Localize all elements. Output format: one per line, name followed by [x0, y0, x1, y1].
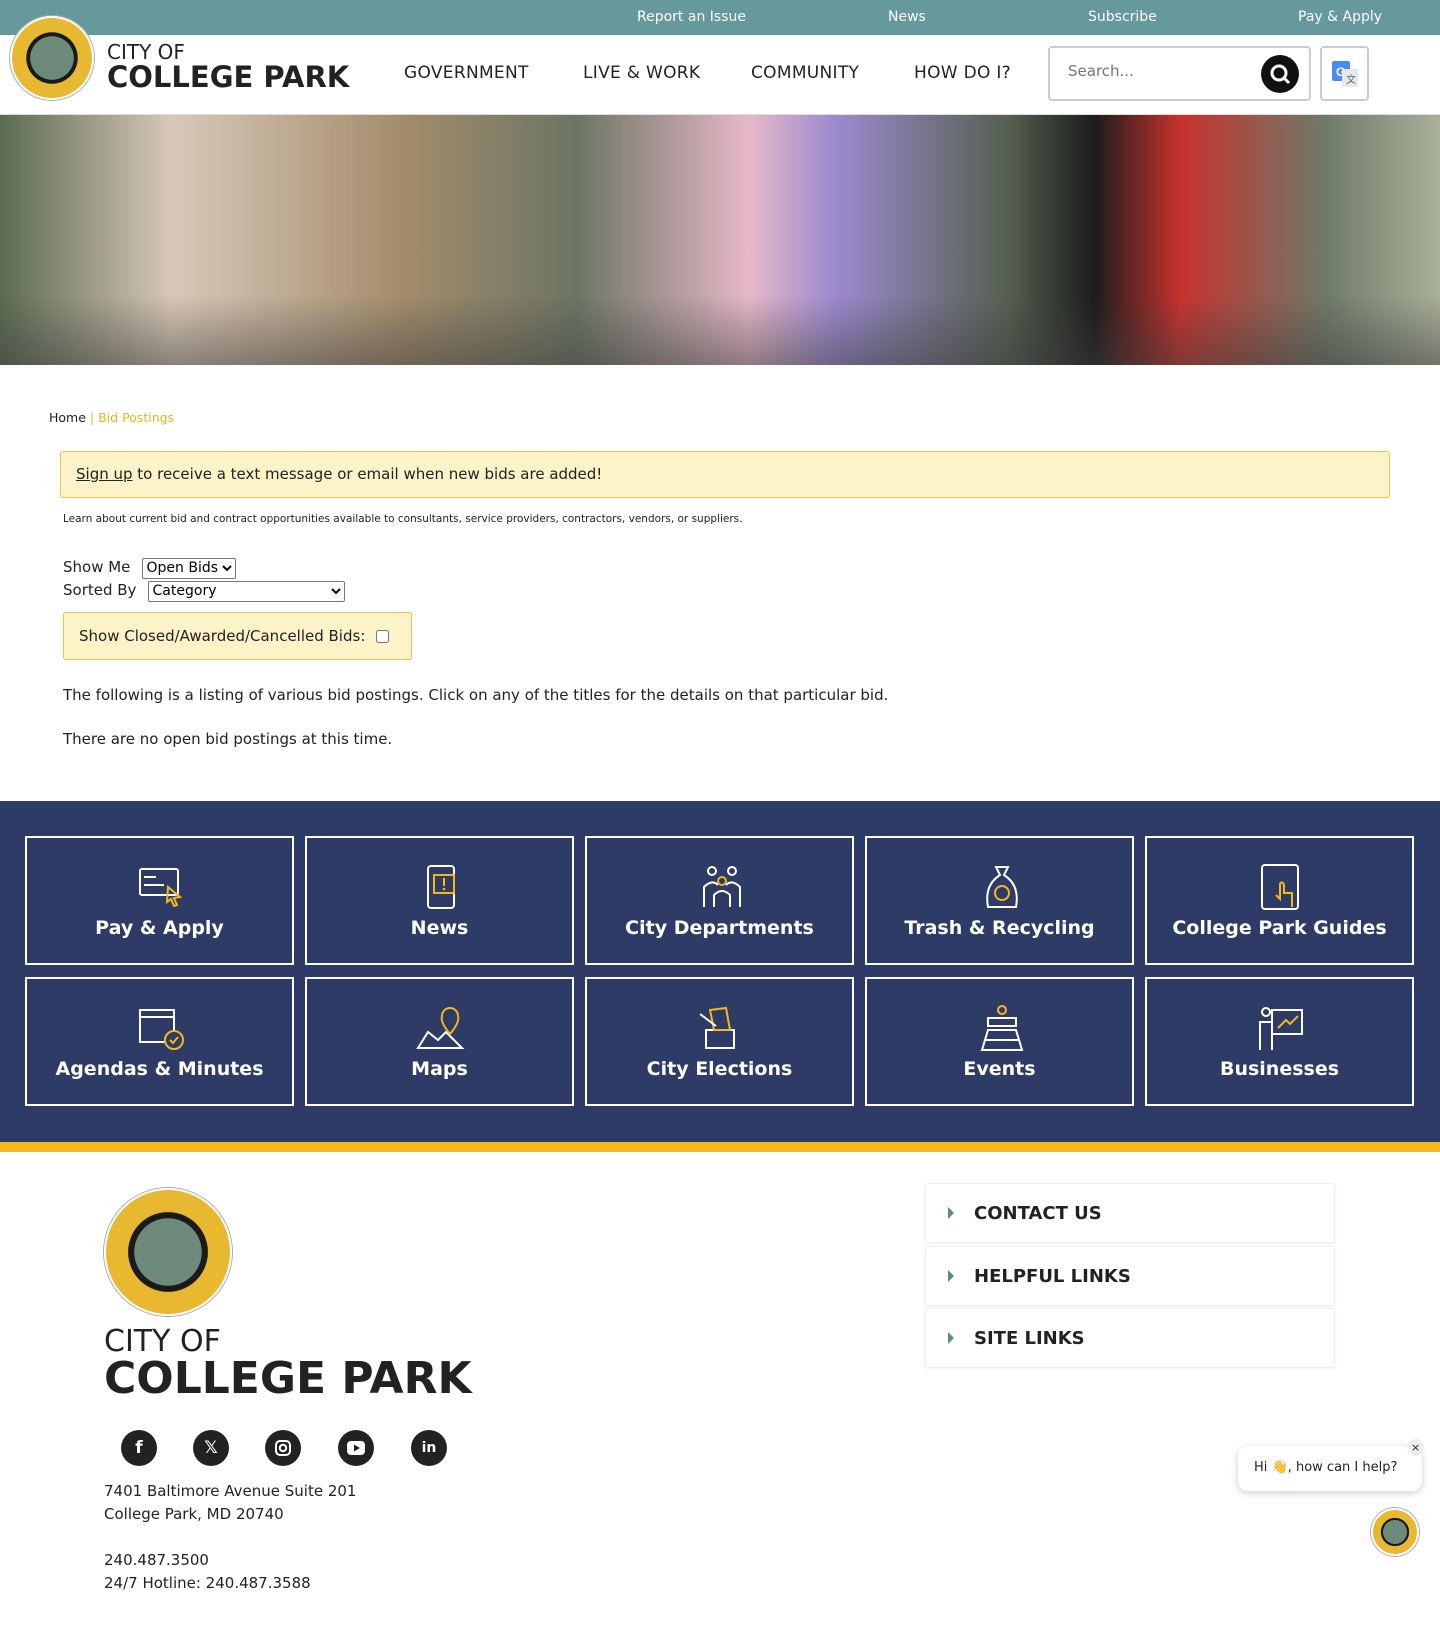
google-translate-icon: G文	[1331, 60, 1358, 87]
empty-state-text: There are no open bid postings at this t…	[63, 730, 393, 748]
breadcrumb-current: Bid Postings	[98, 410, 175, 425]
breadcrumb-home[interactable]: Home	[49, 410, 86, 425]
x-twitter-icon[interactable]: 𝕏	[193, 1430, 229, 1466]
nav-how-do-i[interactable]: HOW DO I?	[914, 63, 1011, 83]
hero-banner-image	[0, 115, 1440, 365]
chat-launcher-avatar[interactable]	[1371, 1508, 1419, 1556]
tile-label: Agendas & Minutes	[55, 1057, 264, 1080]
map-pin-icon	[415, 1006, 464, 1049]
facebook-icon[interactable]: f	[121, 1430, 157, 1466]
signup-alert: Sign up to receive a text message or ema…	[60, 451, 1390, 498]
utility-bar: Report an Issue News Subscribe Pay & App…	[0, 0, 1440, 35]
chat-close-button[interactable]: ×	[1407, 1439, 1424, 1456]
city-seal-logo[interactable]	[10, 16, 94, 100]
footer-address-line2: College Park, MD 20740	[104, 1505, 284, 1523]
accordion-label: SITE LINKS	[974, 1327, 1085, 1349]
show-closed-label: Show Closed/Awarded/Cancelled Bids:	[79, 627, 366, 645]
calendar-check-icon	[138, 1008, 184, 1050]
show-me-label: Show Me	[63, 558, 131, 576]
quick-link-tile[interactable]: City Departments	[585, 836, 854, 965]
accordion-label: HELPFUL LINKS	[974, 1265, 1131, 1287]
search-box	[1048, 46, 1311, 101]
tile-label: Businesses	[1219, 1057, 1340, 1080]
nav-government[interactable]: GOVERNMENT	[404, 63, 529, 83]
search-button[interactable]	[1261, 55, 1299, 93]
linkedin-icon[interactable]: in	[411, 1430, 447, 1466]
logo-line1: CITY OF	[107, 40, 185, 64]
footer-hotline[interactable]: 24/7 Hotline: 240.487.3588	[104, 1574, 311, 1592]
accordion-helpful-links[interactable]: HELPFUL LINKS	[925, 1246, 1335, 1306]
quick-link-tile[interactable]: College Park Guides	[1145, 836, 1414, 965]
accordion-label: CONTACT US	[974, 1202, 1102, 1224]
tile-label: City Elections	[646, 1057, 793, 1080]
recycle-bag-icon	[985, 865, 1018, 908]
tile-label: Maps	[411, 1057, 468, 1080]
quick-link-tile[interactable]: Maps	[305, 977, 574, 1106]
show-me-select[interactable]: Open Bids	[141, 557, 236, 579]
tile-label: College Park Guides	[1172, 916, 1387, 939]
listing-text: The following is a listing of various bi…	[63, 686, 889, 704]
footer-city-seal	[104, 1188, 232, 1316]
people-icon	[702, 865, 741, 907]
breadcrumb-separator: |	[89, 410, 95, 425]
quick-link-tile[interactable]: Trash & Recycling	[865, 836, 1134, 965]
pay-apply-link[interactable]: Pay & Apply	[1298, 9, 1382, 25]
accent-divider	[0, 1142, 1440, 1152]
quick-link-tile[interactable]: Events	[865, 977, 1134, 1106]
quick-link-tile[interactable]: City Elections	[585, 977, 854, 1106]
tile-label: Pay & Apply	[95, 916, 224, 939]
footer-address-line1: 7401 Baltimore Avenue Suite 201	[104, 1482, 357, 1500]
phone-alert-icon	[426, 864, 455, 909]
sorted-by-row: Sorted By Category	[63, 580, 345, 602]
tile-label: Trash & Recycling	[904, 916, 1095, 939]
quick-link-tile[interactable]: News	[305, 836, 574, 965]
tablet-touch-icon	[1260, 863, 1299, 910]
sorted-by-label: Sorted By	[63, 581, 137, 599]
quick-link-tile[interactable]: Pay & Apply	[25, 836, 294, 965]
ballot-icon	[698, 1006, 735, 1049]
accordion-contact-us[interactable]: CONTACT US	[925, 1183, 1335, 1243]
youtube-icon[interactable]	[338, 1430, 374, 1466]
alert-text: to receive a text message or email when …	[132, 465, 603, 483]
presentation-icon	[1258, 1006, 1303, 1050]
tile-label: City Departments	[625, 916, 814, 939]
translate-button[interactable]: G文	[1320, 46, 1369, 101]
instagram-icon[interactable]	[265, 1430, 301, 1466]
footer-phone[interactable]: 240.487.3500	[104, 1551, 209, 1569]
tile-label: Events	[963, 1057, 1036, 1080]
accordion-site-links[interactable]: SITE LINKS	[925, 1308, 1335, 1368]
logo-line2: COLLEGE PARK	[107, 60, 350, 94]
subscribe-link[interactable]: Subscribe	[1088, 9, 1157, 25]
intro-text: Learn about current bid and contract opp…	[63, 513, 743, 525]
search-input[interactable]	[1068, 62, 1248, 80]
tile-label: News	[410, 916, 469, 939]
breadcrumb: Home | Bid Postings	[49, 410, 174, 425]
caret-right-icon	[948, 1332, 954, 1344]
caret-right-icon	[948, 1270, 954, 1282]
sorted-by-select[interactable]: Category	[147, 580, 345, 602]
nav-community[interactable]: COMMUNITY	[751, 63, 859, 83]
show-me-row: Show Me Open Bids	[63, 557, 236, 579]
news-link[interactable]: News	[888, 9, 926, 25]
chat-greeting-bubble[interactable]: Hi 👋, how can I help?	[1238, 1446, 1422, 1491]
svg-text:文: 文	[1346, 73, 1356, 86]
show-closed-checkbox[interactable]	[376, 630, 390, 643]
quick-link-tile[interactable]: Businesses	[1145, 977, 1414, 1106]
caret-right-icon	[948, 1207, 954, 1219]
event-icon	[980, 1004, 1023, 1051]
footer-logo-line2: COLLEGE PARK	[104, 1353, 472, 1404]
card-pointer-icon	[138, 867, 182, 907]
search-icon	[1270, 64, 1291, 85]
report-issue-link[interactable]: Report an Issue	[637, 9, 746, 25]
show-closed-box: Show Closed/Awarded/Cancelled Bids:	[63, 612, 412, 660]
sign-up-link[interactable]: Sign up	[76, 465, 133, 483]
nav-live-work[interactable]: LIVE & WORK	[583, 63, 700, 83]
site-logo-text[interactable]: CITY OF COLLEGE PARK	[107, 42, 349, 92]
quick-link-tile[interactable]: Agendas & Minutes	[25, 977, 294, 1106]
